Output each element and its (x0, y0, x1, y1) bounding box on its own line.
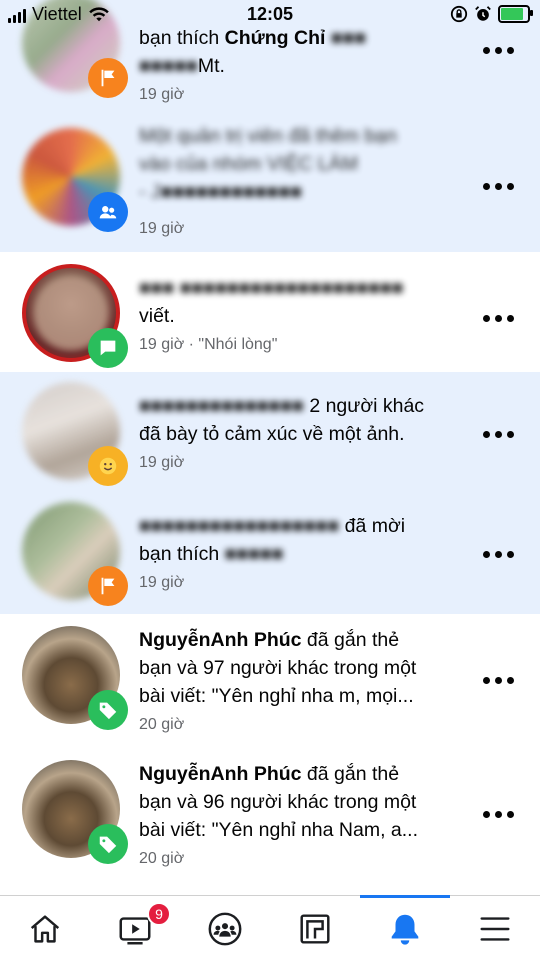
text-line2: bạn và 97 người khác trong một (139, 657, 417, 679)
actor-name[interactable]: NguyễnAnh Phúc (139, 629, 302, 651)
more-options-button[interactable] (480, 424, 516, 444)
notification-text: ■■■■■■■■■■■■■■ 2 người khác đã bày tỏ cả… (139, 395, 425, 445)
flag-icon (88, 566, 128, 606)
avatar-wrap (22, 264, 128, 368)
notification-list: bạn thích Chứng Chỉ ■■■ ■■■■■Mt. 19 giờ … (0, 0, 540, 887)
notification-text: bạn thích Chứng Chỉ ■■■ ■■■■■Mt. (139, 27, 367, 77)
notification-time: 19 giờ (139, 574, 185, 591)
groups-icon (208, 912, 242, 946)
tab-groups[interactable] (180, 896, 270, 962)
carrier-name: Viettel (32, 4, 82, 24)
tab-bar: 9 (0, 895, 540, 962)
text-line2: bạn thích (139, 543, 220, 565)
text-line2: vào của nhóm VIỆC LÀM (139, 153, 358, 175)
text-line2: Mt. (197, 55, 225, 77)
notification-time: 19 giờ (139, 454, 185, 471)
text-bold: Chứng Chỉ (224, 27, 331, 49)
more-options-button[interactable] (480, 544, 516, 564)
notification-item[interactable]: NguyễnAnh Phúc đã gắn thẻ bạn và 96 ngườ… (0, 748, 540, 887)
more-options-button[interactable] (480, 308, 516, 328)
tag-icon (88, 824, 128, 864)
more-options-button[interactable] (480, 176, 516, 196)
status-bar: Viettel 12:05 (0, 0, 540, 30)
notification-time: 19 giờ · "Nhói lòng" (139, 336, 278, 353)
comment-icon (88, 328, 128, 368)
watch-badge: 9 (147, 902, 171, 926)
status-right (450, 5, 533, 23)
text-line2: bạn và 96 người khác trong một (139, 791, 417, 813)
tab-watch[interactable]: 9 (90, 896, 180, 962)
pages-icon (300, 914, 330, 944)
notification-item[interactable]: ■■■■■■■■■■■■■■■■■ đã mời bạn thích ■■■■■… (0, 492, 540, 614)
notification-item[interactable]: Một quản trị viên đã thêm bạn vào của nh… (0, 122, 540, 252)
avatar-wrap (22, 502, 128, 606)
avatar-wrap (22, 626, 128, 730)
battery-icon (498, 5, 533, 23)
orientation-lock-icon (450, 5, 468, 23)
avatar-wrap (22, 128, 128, 232)
notification-item[interactable]: ■■■■■■■■■■■■■■ 2 người khác đã bày tỏ cả… (0, 372, 540, 492)
notification-time: 19 giờ (139, 220, 185, 237)
tab-notifications[interactable] (360, 895, 450, 962)
text-line3: - J (139, 181, 161, 203)
tab-pages[interactable] (270, 896, 360, 962)
signal-icon (8, 7, 26, 23)
text-line1: đã mời (344, 515, 406, 537)
notification-time: 20 giờ (139, 716, 185, 733)
more-options-button[interactable] (480, 670, 516, 690)
actor-name[interactable]: NguyễnAnh Phúc (139, 763, 302, 785)
alarm-icon (475, 6, 491, 21)
text-line1: 2 người khác (309, 395, 425, 417)
tab-home[interactable] (0, 896, 90, 962)
text-line3: bài viết: "Yên nghỉ nha m, mọi... (139, 685, 414, 707)
text-plain: bạn thích (139, 27, 225, 49)
flag-icon (88, 58, 128, 98)
notification-text: NguyễnAnh Phúc đã gắn thẻ bạn và 96 ngườ… (139, 760, 469, 844)
notification-time: 19 giờ (139, 86, 185, 103)
battery-fill (501, 8, 523, 20)
notification-text: ■■■ ■■■■■■■■■■■■■■■■■■■ viết. (139, 277, 404, 327)
wifi-icon (88, 6, 109, 21)
home-icon (30, 915, 60, 943)
notification-item[interactable]: ■■■ ■■■■■■■■■■■■■■■■■■■ viết. 19 giờ · "… (0, 252, 540, 372)
status-left: Viettel (8, 4, 110, 25)
notification-text: Một quản trị viên đã thêm bạn vào của nh… (139, 125, 397, 203)
text-line1: Một quản trị viên đã thêm bạn (139, 125, 397, 147)
tab-menu[interactable] (450, 896, 540, 962)
text-action: đã gắn thẻ (301, 629, 400, 651)
text-line3: bài viết: "Yên nghỉ nha Nam, a... (139, 819, 418, 841)
group-icon (88, 192, 128, 232)
tag-icon (88, 690, 128, 730)
menu-icon (480, 917, 510, 941)
notification-time: 20 giờ (139, 850, 185, 867)
text-line2: đã bày tỏ cảm xúc về một ảnh. (139, 423, 405, 445)
reaction-icon (88, 446, 128, 486)
more-options-button[interactable] (480, 40, 516, 60)
avatar-wrap (22, 382, 128, 486)
bell-icon (391, 914, 419, 945)
avatar-wrap (22, 760, 128, 864)
notification-text: NguyễnAnh Phúc đã gắn thẻ bạn và 97 ngườ… (139, 626, 469, 710)
more-options-button[interactable] (480, 804, 516, 824)
text-action: đã gắn thẻ (301, 763, 400, 785)
notification-item[interactable]: NguyễnAnh Phúc đã gắn thẻ bạn và 97 ngườ… (0, 614, 540, 748)
text-line2: viết. (139, 305, 175, 327)
notification-text: ■■■■■■■■■■■■■■■■■ đã mời bạn thích ■■■■■ (139, 515, 406, 565)
